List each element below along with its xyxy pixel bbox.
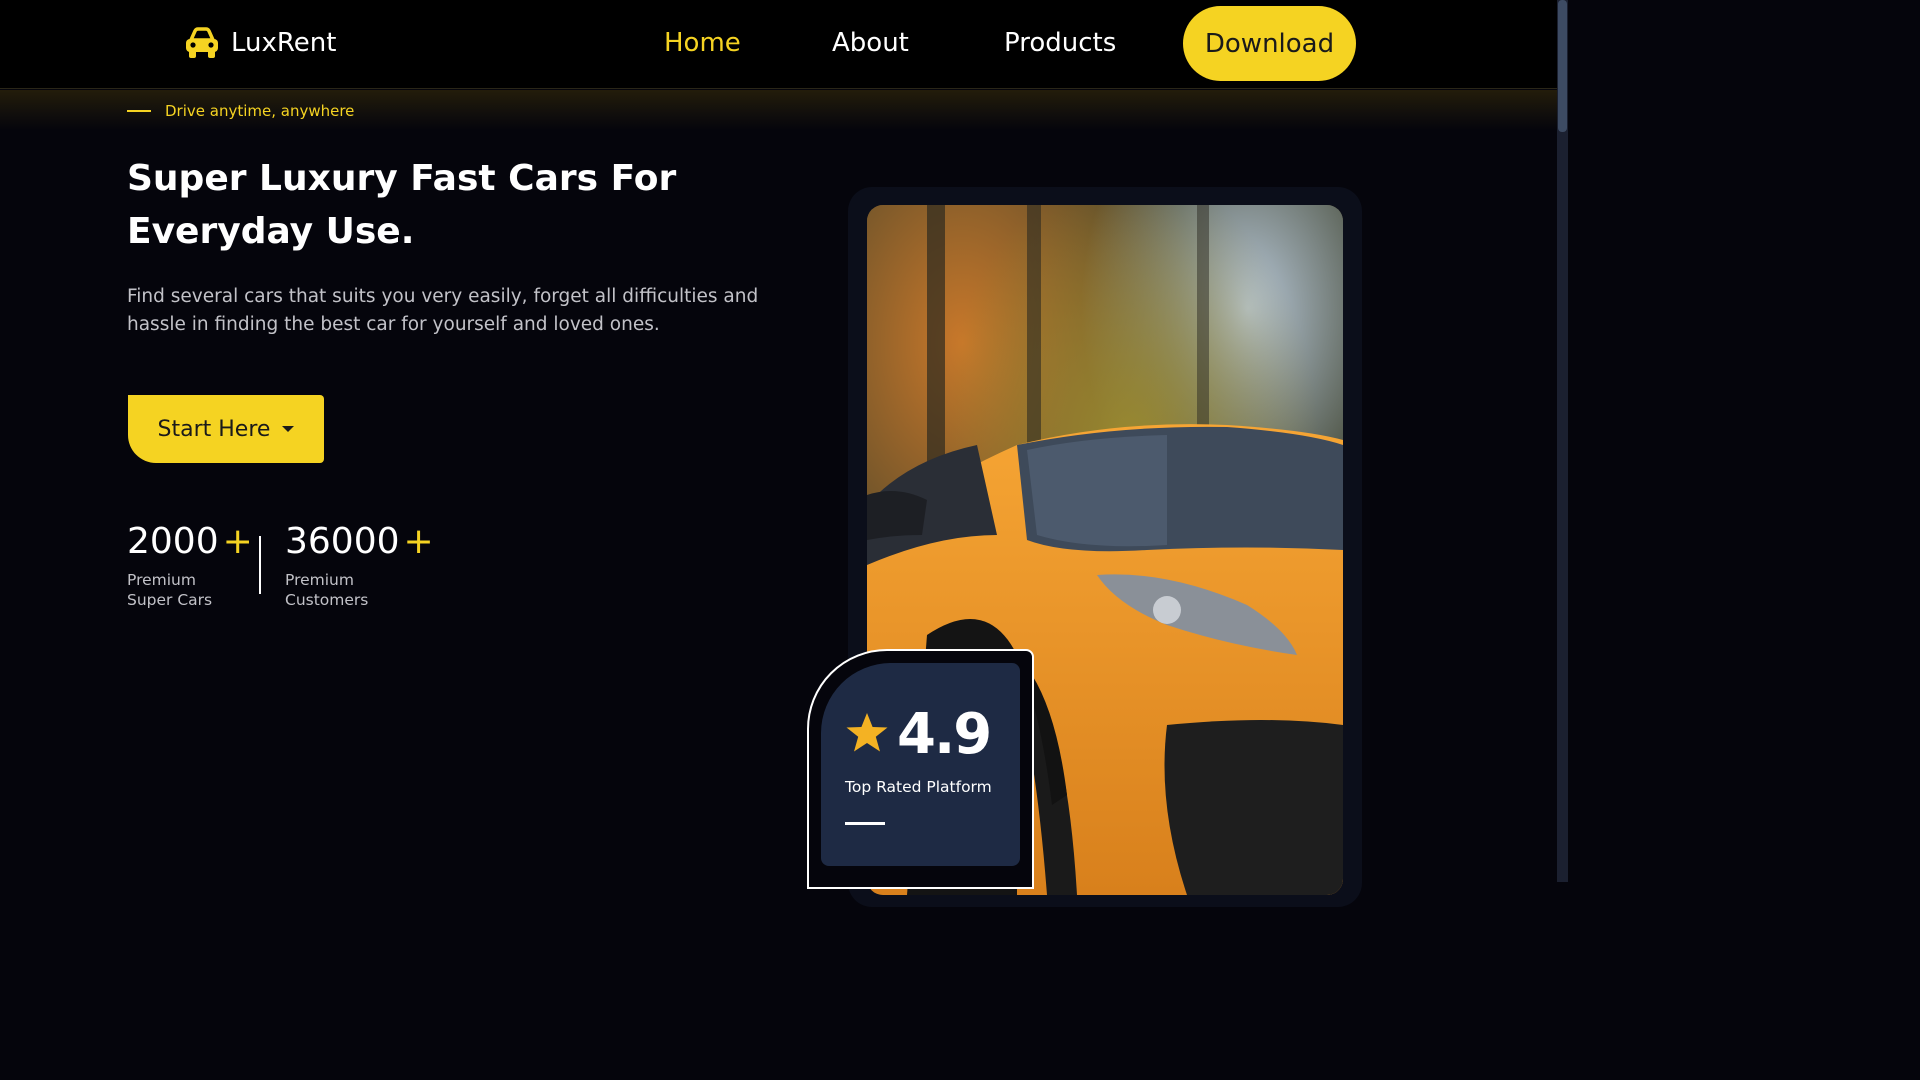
rating-value: 4.9 — [897, 702, 992, 767]
download-button[interactable]: Download — [1183, 6, 1356, 81]
tagline-text: Drive anytime, anywhere — [165, 102, 355, 120]
rating-label: Top Rated Platform — [845, 778, 992, 796]
stat-divider — [259, 536, 261, 594]
start-here-button[interactable]: Start Here — [128, 395, 324, 463]
stat-customers: 36000 + Premium Customers — [285, 520, 434, 610]
star-icon — [846, 713, 888, 752]
nav-about-link[interactable]: About — [832, 28, 909, 58]
hero-description: Find several cars that suits you very ea… — [127, 286, 759, 335]
stat-label: Premium Super Cars — [127, 571, 213, 609]
scrollbar-thumb[interactable] — [1558, 0, 1567, 132]
brand-logo[interactable]: LuxRent — [183, 26, 336, 60]
stat-super-cars: 2000 + Premium Super Cars — [127, 520, 253, 610]
stat-value: 2000 + — [127, 521, 253, 562]
stat-plus: + — [403, 521, 434, 562]
stat-value: 36000 + — [285, 521, 434, 562]
caret-down-icon — [282, 426, 295, 432]
brand-name: LuxRent — [231, 28, 337, 58]
hero-tagline: Drive anytime, anywhere — [127, 102, 354, 120]
stat-label: Premium Customers — [285, 571, 369, 609]
navbar: LuxRent Home About Products Download — [0, 0, 1557, 89]
tagline-dash — [127, 110, 151, 112]
scrollbar-track[interactable] — [1557, 0, 1568, 882]
nav-home-link[interactable]: Home — [664, 28, 741, 58]
hero-headline: Super Luxury Fast Cars For Everyday Use. — [127, 158, 677, 252]
nav-products-link[interactable]: Products — [1004, 28, 1116, 58]
rating-underline — [845, 822, 885, 825]
stat-plus: + — [222, 521, 253, 562]
car-icon — [186, 27, 218, 58]
start-here-label: Start Here — [157, 416, 271, 442]
